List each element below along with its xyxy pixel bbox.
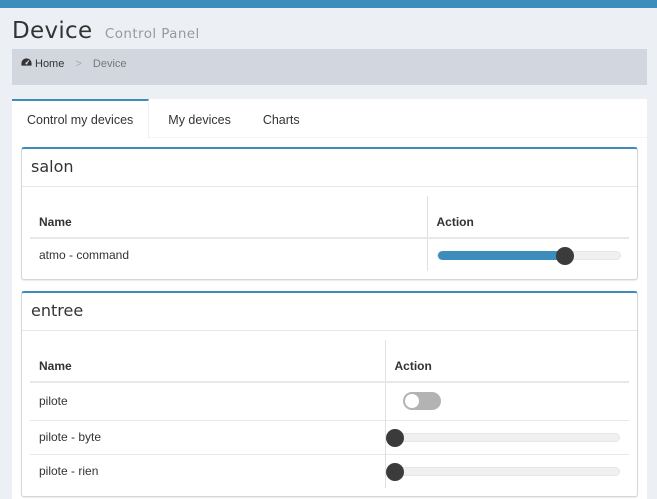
page-header: Device Control Panel <box>12 18 200 48</box>
table-row: pilote - byte <box>30 419 629 454</box>
breadcrumb-separator: > <box>75 58 82 70</box>
page-title: Device <box>12 18 93 44</box>
device-table: Name Action atmo - command <box>30 196 629 271</box>
breadcrumb-home-link[interactable]: Home <box>21 57 64 70</box>
room-title: entree <box>22 293 637 331</box>
device-table: Name Action pilote pilote - byte pilote … <box>30 340 629 488</box>
room-title: salon <box>22 149 637 187</box>
device-name: pilote - byte <box>30 419 385 454</box>
table-row: atmo - command <box>30 237 629 271</box>
device-name: pilote <box>30 381 385 420</box>
column-header-action: Action <box>384 340 629 383</box>
tabs-nav: Control my devices My devices Charts <box>12 99 647 138</box>
device-toggle-switch[interactable] <box>402 392 441 411</box>
top-accent-bar <box>0 0 657 8</box>
dashboard-icon <box>21 57 35 70</box>
tabs-container: Control my devices My devices Charts sal… <box>12 99 647 499</box>
column-header-action: Action <box>426 196 629 239</box>
toggle-knob <box>404 394 419 409</box>
device-slider[interactable] <box>385 428 620 447</box>
device-slider[interactable] <box>385 462 620 481</box>
device-name: pilote - rien <box>30 453 385 488</box>
slider-handle[interactable] <box>555 246 574 265</box>
room-panel-entree: entree Name Action pilote pilote - byte <box>21 291 638 497</box>
slider-fill <box>437 250 565 260</box>
tab-my-devices[interactable]: My devices <box>149 99 248 138</box>
column-header-name: Name <box>30 196 427 239</box>
column-header-name: Name <box>30 340 385 383</box>
tab-control-my-devices[interactable]: Control my devices <box>12 99 150 138</box>
slider-handle[interactable] <box>385 428 404 447</box>
table-row: pilote <box>30 381 629 420</box>
slider-handle[interactable] <box>385 462 404 481</box>
page-subtitle: Control Panel <box>104 26 200 42</box>
breadcrumb-current: Device <box>92 58 127 70</box>
device-slider[interactable] <box>436 246 621 265</box>
room-panel-salon: salon Name Action atmo - command <box>21 147 638 280</box>
breadcrumb: Home > Device <box>12 49 647 85</box>
table-row: pilote - rien <box>30 453 629 488</box>
breadcrumb-home-label: Home <box>35 57 65 70</box>
tab-charts[interactable]: Charts <box>248 99 315 138</box>
device-name: atmo - command <box>30 237 427 271</box>
